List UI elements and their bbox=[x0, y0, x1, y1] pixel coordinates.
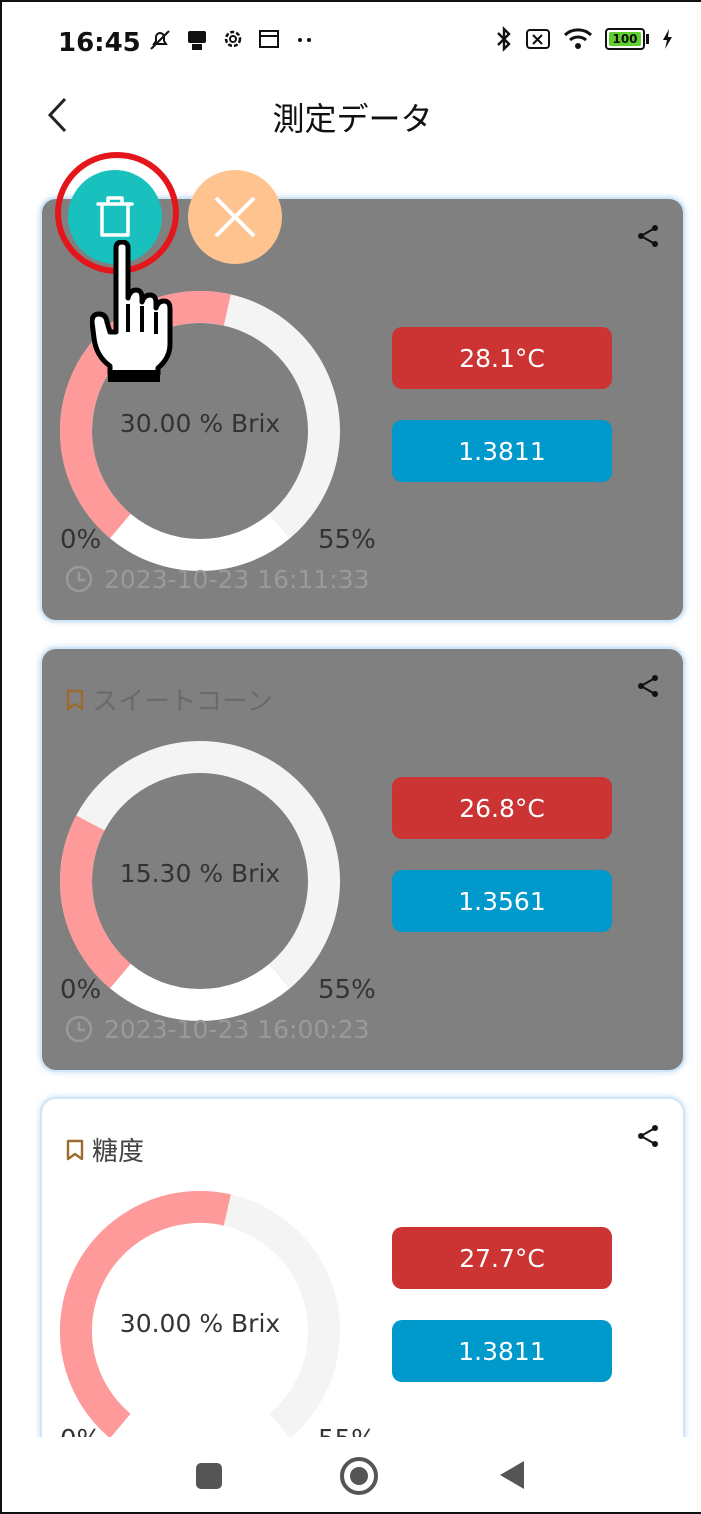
record-label: 糖度 bbox=[66, 1131, 144, 1168]
battery-icon: 100 bbox=[605, 28, 649, 50]
temperature-badge: 27.7°C bbox=[392, 1227, 612, 1289]
gauge-max-label: 55% bbox=[318, 975, 376, 1005]
record-timestamp: 2023-10-23 16:11:33 bbox=[64, 564, 370, 594]
bookmark-icon bbox=[66, 1139, 84, 1160]
refractive-index-badge: 1.3811 bbox=[392, 420, 612, 482]
notification-icon bbox=[188, 31, 206, 50]
clock-icon bbox=[65, 1015, 93, 1043]
temperature-badge: 28.1°C bbox=[392, 327, 612, 389]
status-icons-left bbox=[148, 28, 316, 52]
record-label: スイートコーン bbox=[66, 681, 273, 718]
gauge-min-label: 0% bbox=[60, 975, 102, 1005]
record-label-text: スイートコーン bbox=[92, 687, 273, 717]
app-screen: 16:45 100 測定データ 30.00 % Brix 0% 55% 2023… bbox=[0, 0, 701, 1514]
wifi-icon bbox=[563, 28, 593, 49]
mute-icon bbox=[150, 30, 170, 50]
gauge-max-label: 55% bbox=[318, 1425, 376, 1437]
status-bar: 16:45 100 bbox=[2, 2, 701, 82]
record-timestamp: 2023-10-23 16:00:23 bbox=[64, 1014, 370, 1044]
cancel-selection-button[interactable] bbox=[188, 170, 282, 264]
bluetooth-icon bbox=[497, 26, 511, 52]
clock-icon bbox=[65, 565, 93, 593]
brix-value: 30.00 % Brix bbox=[119, 1309, 281, 1338]
system-nav-bar bbox=[2, 1437, 701, 1512]
brix-value: 30.00 % Brix bbox=[119, 409, 281, 438]
close-icon bbox=[214, 196, 256, 238]
gauge-gap bbox=[111, 1413, 289, 1437]
battery-level: 100 bbox=[609, 32, 641, 46]
calendar-icon bbox=[259, 30, 279, 48]
gauge-gap bbox=[110, 513, 290, 571]
gauge-min-label: 0% bbox=[60, 1425, 101, 1437]
status-icons-right: 100 bbox=[495, 26, 673, 52]
refractive-index-badge: 1.3811 bbox=[392, 1320, 612, 1382]
page-title: 測定データ bbox=[272, 100, 433, 138]
share-icon[interactable] bbox=[635, 1123, 661, 1149]
home-dot-icon bbox=[350, 1467, 368, 1485]
recents-button[interactable] bbox=[196, 1463, 222, 1489]
settings-icon bbox=[224, 30, 242, 48]
gauge-gap bbox=[110, 963, 290, 1021]
bookmark-icon bbox=[66, 689, 84, 710]
record-card[interactable]: スイートコーン 15.30 % Brix 0% 55% 2023-10-23 1… bbox=[40, 647, 685, 1072]
refractive-index-badge: 1.3561 bbox=[392, 870, 612, 932]
hand-pointer-icon bbox=[90, 240, 173, 382]
system-back-button[interactable] bbox=[500, 1461, 524, 1489]
gauge-max-label: 55% bbox=[318, 525, 376, 555]
record-card[interactable]: 糖度 30.00 % Brix 0% 55% 27.7°C bbox=[40, 1097, 685, 1437]
timestamp-text: 2023-10-23 16:00:23 bbox=[104, 1014, 370, 1044]
gauge-min-label: 0% bbox=[60, 525, 102, 555]
gauge-fill bbox=[60, 815, 131, 989]
more-dots-icon bbox=[298, 38, 311, 42]
charging-icon bbox=[663, 29, 672, 49]
timestamp-text: 2023-10-23 16:11:33 bbox=[104, 564, 370, 594]
share-icon[interactable] bbox=[635, 673, 661, 699]
record-label-text: 糖度 bbox=[92, 1137, 145, 1167]
status-time: 16:45 bbox=[58, 28, 141, 58]
share-icon[interactable] bbox=[635, 223, 661, 249]
temperature-badge: 26.8°C bbox=[392, 777, 612, 839]
brix-value: 15.30 % Brix bbox=[119, 859, 281, 888]
no-sim-icon bbox=[526, 29, 550, 49]
home-button[interactable] bbox=[340, 1457, 378, 1495]
